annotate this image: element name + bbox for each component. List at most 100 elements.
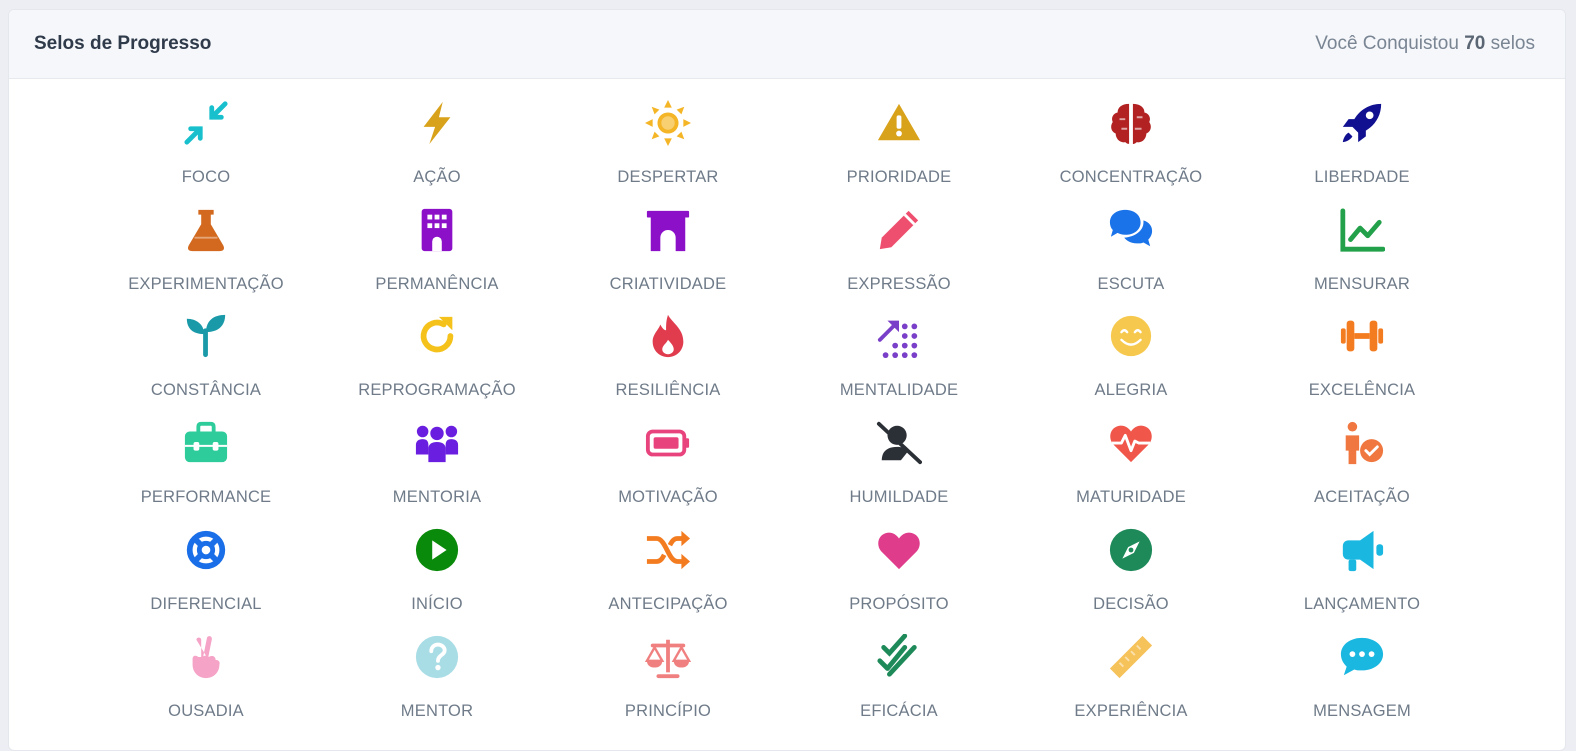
badge-eficacia: EFICÁCIA (789, 624, 1009, 724)
fire-icon (645, 313, 691, 359)
badge-antecipacao: ANTECIPAÇÃO (558, 517, 778, 617)
badge-acao: AÇÃO (327, 90, 547, 190)
redo-icon (414, 313, 460, 359)
badge-concentracao: CONCENTRAÇÃO (1021, 90, 1241, 190)
dumbbell-icon (1339, 313, 1385, 359)
badge-principio: PRINCÍPIO (558, 624, 778, 724)
badge-label: ACEITAÇÃO (1314, 488, 1410, 506)
question-circle-icon (414, 634, 460, 680)
ruler-icon (1108, 634, 1154, 680)
brain-icon (1108, 100, 1154, 146)
badge-label: MATURIDADE (1076, 488, 1186, 506)
badge-label: MENTORIA (392, 488, 482, 506)
badge-experiencia: EXPERIÊNCIA (1021, 624, 1241, 724)
badge-label: PRINCÍPIO (624, 702, 712, 720)
bolt-icon (414, 100, 460, 146)
compress-arrows-icon (183, 100, 229, 146)
compass-icon (1108, 527, 1154, 573)
badge-aceitacao: ACEITAÇÃO (1252, 410, 1472, 510)
scale-balance-icon (645, 634, 691, 680)
badge-label: EXPERIÊNCIA (1074, 702, 1188, 720)
badge-label: REPROGRAMAÇÃO (358, 381, 516, 399)
badge-constancia: CONSTÂNCIA (96, 303, 316, 403)
badge-count-suffix: selos (1490, 33, 1535, 54)
heart-icon (876, 527, 922, 573)
badge-count-prefix: Você Conquistou (1315, 33, 1459, 54)
card-title: Selos de Progresso (34, 33, 212, 54)
card-header: Selos de Progresso Você Conquistou 70 se… (9, 10, 1565, 79)
shuffle-icon (645, 527, 691, 573)
badge-label: LIBERDADE (1314, 168, 1410, 186)
badge-experimentacao: EXPERIMENTAÇÃO (96, 197, 316, 297)
badge-mentor: MENTOR (327, 624, 547, 724)
sun-icon (645, 100, 691, 146)
arrow-trend-dots-icon (876, 313, 922, 359)
badge-label: ESCUTA (1097, 275, 1165, 293)
badge-label: EXCELÊNCIA (1308, 381, 1416, 399)
badge-permanencia: PERMANÊNCIA (327, 197, 547, 297)
badge-resiliencia: RESILIÊNCIA (558, 303, 778, 403)
badge-label: LANÇAMENTO (1303, 595, 1421, 613)
badge-label: EFICÁCIA (860, 702, 938, 720)
badge-label: EXPRESSÃO (847, 275, 951, 293)
play-circle-icon (414, 527, 460, 573)
badge-label: PERMANÊNCIA (375, 275, 499, 293)
badge-label: EXPERIMENTAÇÃO (128, 275, 284, 293)
badge-label: AÇÃO (413, 168, 461, 186)
badge-label: CONCENTRAÇÃO (1059, 168, 1203, 186)
badge-performance: PERFORMANCE (96, 410, 316, 510)
badge-motivacao: MOTIVAÇÃO (558, 410, 778, 510)
badge-label: MENTALIDADE (839, 381, 959, 399)
toolbox-icon (183, 420, 229, 466)
badge-count-value: 70 (1464, 33, 1486, 54)
flask-icon (183, 207, 229, 253)
badge-label: MOTIVAÇÃO (618, 488, 718, 506)
badge-label: CRIATIVIDADE (609, 275, 727, 293)
badge-ousadia: OUSADIA (96, 624, 316, 724)
seedling-icon (183, 313, 229, 359)
badge-escuta: ESCUTA (1021, 197, 1241, 297)
user-slash-icon (876, 420, 922, 466)
badge-label: DIFERENCIAL (150, 595, 262, 613)
badge-label: ANTECIPAÇÃO (608, 595, 728, 613)
badge-reprogramacao: REPROGRAMAÇÃO (327, 303, 547, 403)
badge-alegria: ALEGRIA (1021, 303, 1241, 403)
badge-inicio: INÍCIO (327, 517, 547, 617)
double-check-icon (876, 634, 922, 680)
badge-label: DESPERTAR (617, 168, 719, 186)
badge-label: PROPÓSITO (849, 595, 949, 613)
badge-label: MENTOR (400, 702, 474, 720)
badge-label: CONSTÂNCIA (150, 381, 262, 399)
peace-hand-icon (183, 634, 229, 680)
badge-label: FOCO (181, 168, 231, 186)
person-check-icon (1339, 420, 1385, 466)
badge-label: RESILIÊNCIA (615, 381, 721, 399)
badge-label: ALEGRIA (1094, 381, 1168, 399)
badge-prioridade: PRIORIDADE (789, 90, 1009, 190)
badge-label: OUSADIA (168, 702, 244, 720)
badge-lancamento: LANÇAMENTO (1252, 517, 1472, 617)
people-group-icon (414, 420, 460, 466)
chart-line-icon (1339, 207, 1385, 253)
badge-count: Você Conquistou 70 selos (1315, 33, 1535, 55)
badge-label: MENSURAR (1313, 275, 1411, 293)
badge-proposito: PROPÓSITO (789, 517, 1009, 617)
badge-criatividade: CRIATIVIDADE (558, 197, 778, 297)
badge-label: HUMILDADE (849, 488, 949, 506)
smile-icon (1108, 313, 1154, 359)
archway-icon (645, 207, 691, 253)
badge-mentoria: MENTORIA (327, 410, 547, 510)
pencil-icon (876, 207, 922, 253)
badge-label: MENSAGEM (1313, 702, 1411, 720)
comment-dots-icon (1339, 634, 1385, 680)
badge-label: PERFORMANCE (140, 488, 272, 506)
warning-icon (876, 100, 922, 146)
comments-icon (1108, 207, 1154, 253)
badge-maturidade: MATURIDADE (1021, 410, 1241, 510)
badge-mensurar: MENSURAR (1252, 197, 1472, 297)
heart-pulse-icon (1108, 420, 1154, 466)
life-ring-icon (183, 527, 229, 573)
badge-mensagem: MENSAGEM (1252, 624, 1472, 724)
badge-mentalidade: MENTALIDADE (789, 303, 1009, 403)
battery-icon (645, 420, 691, 466)
